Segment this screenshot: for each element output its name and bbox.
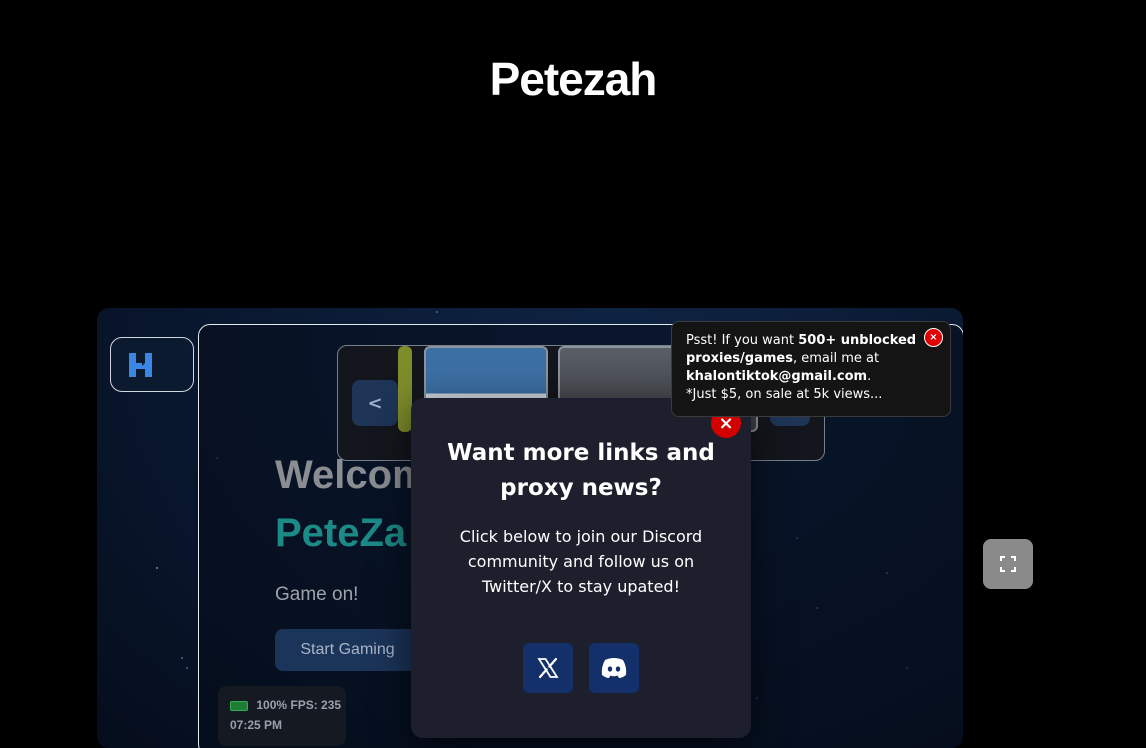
site-title: Petezah — [489, 53, 658, 105]
modal-body: Click below to join our Discord communit… — [459, 527, 703, 596]
brand-heading: PeteZa — [275, 511, 407, 555]
toast-close-button[interactable]: × — [924, 328, 943, 347]
battery-icon — [230, 700, 248, 711]
fullscreen-button[interactable] — [983, 539, 1033, 589]
toast-email: khalontiktok@gmail.com — [686, 369, 868, 384]
petezah-logo-icon — [129, 352, 152, 377]
carousel-prev-button[interactable]: < — [352, 380, 398, 426]
clock: 07:25 PM — [230, 718, 283, 732]
start-gaming-button[interactable]: Start Gaming — [275, 629, 420, 671]
discord-icon — [601, 658, 627, 678]
battery-level: 100% — [256, 698, 288, 712]
toast-end: . — [867, 369, 872, 384]
tagline: Game on! — [275, 584, 359, 605]
fullscreen-icon — [1000, 556, 1016, 572]
x-twitter-button[interactable] — [523, 643, 573, 693]
toast-note: *Just $5, on sale at 5k views... — [686, 387, 883, 402]
game-thumbnail[interactable] — [398, 346, 412, 432]
toast-mid: , email me at — [792, 351, 880, 366]
welcome-heading: Welcom — [275, 453, 428, 497]
x-logo-icon — [537, 657, 559, 679]
social-buttons — [523, 643, 639, 693]
toast-intro: Psst! If you want — [686, 333, 799, 348]
promo-toast: Psst! If you want 500+ unblocked proxies… — [671, 321, 951, 417]
modal-title: Want more links and proxy news? — [447, 440, 715, 501]
fps-counter: FPS: 235 — [290, 698, 342, 712]
logo-button[interactable] — [110, 337, 194, 392]
discord-button[interactable] — [589, 643, 639, 693]
status-widget: 100% FPS: 235 07:25 PM — [218, 686, 346, 746]
